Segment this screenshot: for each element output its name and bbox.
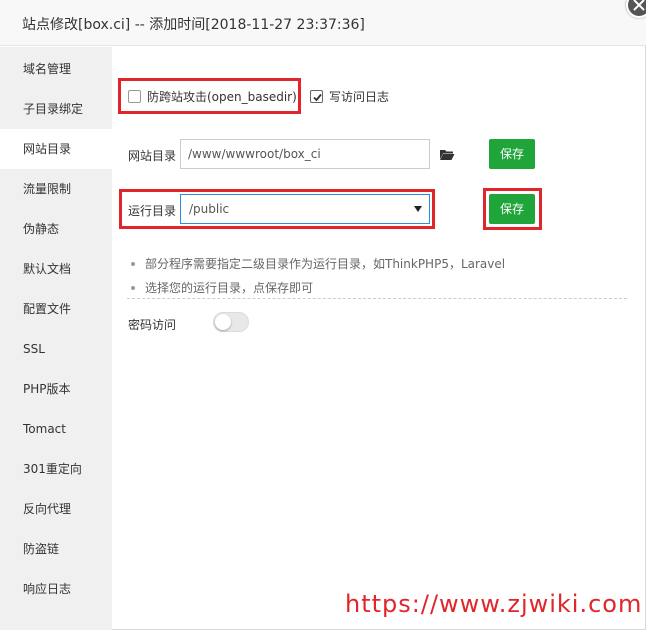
watermark: https://www.zjwiki.com <box>345 590 643 618</box>
divider <box>127 298 627 299</box>
highlight-box-run-dir <box>119 189 435 229</box>
access-log-option[interactable]: 写访问日志 <box>310 81 389 111</box>
access-log-label: 写访问日志 <box>329 89 390 104</box>
site-dir-panel: 防跨站攻击(open_basedir) 写访问日志 网站目录 /www/wwwr… <box>112 47 646 630</box>
dialog-titlebar: 站点修改[box.ci] -- 添加时间[2018-11-27 23:37:36… <box>0 0 646 46</box>
access-log-checkbox[interactable] <box>310 89 323 103</box>
sidebar-item-rewrite[interactable]: 伪静态 <box>0 209 112 249</box>
site-dir-label: 网站目录 <box>128 149 177 163</box>
sidebar-item-reverse-proxy[interactable]: 反向代理 <box>0 489 112 529</box>
highlight-box-save-run-dir <box>483 188 542 230</box>
checkmark-icon <box>313 93 322 101</box>
tip-item: 部分程序需要指定二级目录作为运行目录，如ThinkPHP5，Laravel <box>130 252 630 276</box>
tips-list: 部分程序需要指定二级目录作为运行目录，如ThinkPHP5，Laravel 选择… <box>130 252 630 300</box>
sidebar-item-traffic-limit[interactable]: 流量限制 <box>0 169 112 209</box>
sidebar-item-config-file[interactable]: 配置文件 <box>0 289 112 329</box>
highlight-box-open-basedir <box>118 78 301 114</box>
sidebar-item-hotlink-protection[interactable]: 防盗链 <box>0 529 112 569</box>
site-dir-input[interactable]: /www/wwwroot/box_ci <box>180 139 430 169</box>
sidebar: 域名管理 子目录绑定 网站目录 流量限制 伪静态 默认文档 配置文件 SSL P… <box>0 47 112 630</box>
dialog-title: 站点修改[box.ci] -- 添加时间[2018-11-27 23:37:36… <box>22 17 365 33</box>
sidebar-item-ssl[interactable]: SSL <box>0 329 112 369</box>
password-access-toggle[interactable] <box>213 312 249 332</box>
password-access-label: 密码访问 <box>128 318 177 332</box>
sidebar-item-default-doc[interactable]: 默认文档 <box>0 249 112 289</box>
sidebar-item-php-version[interactable]: PHP版本 <box>0 369 112 409</box>
sidebar-item-subdir-binding[interactable]: 子目录绑定 <box>0 89 112 129</box>
sidebar-item-301-redirect[interactable]: 301重定向 <box>0 449 112 489</box>
sidebar-item-domain[interactable]: 域名管理 <box>0 49 112 89</box>
tip-item: 选择您的运行目录，点保存即可 <box>130 276 630 300</box>
toggle-knob <box>215 314 231 330</box>
site-edit-dialog: 站点修改[box.ci] -- 添加时间[2018-11-27 23:37:36… <box>0 0 646 630</box>
sidebar-item-response-log[interactable]: 响应日志 <box>0 569 112 609</box>
sidebar-item-tomcat[interactable]: Tomact <box>0 409 112 449</box>
folder-open-icon[interactable] <box>439 148 455 161</box>
close-icon <box>633 0 645 11</box>
save-site-dir-button[interactable]: 保存 <box>489 139 535 169</box>
sidebar-item-site-dir[interactable]: 网站目录 <box>0 129 112 169</box>
